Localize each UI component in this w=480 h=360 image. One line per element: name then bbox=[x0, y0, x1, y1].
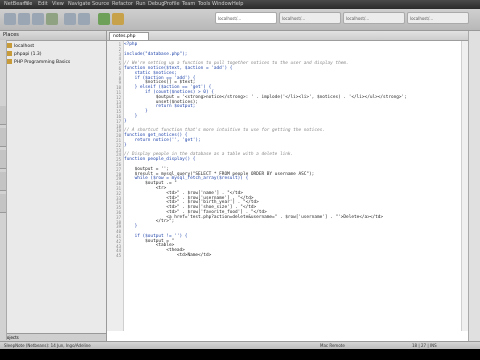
panel-tab-projects[interactable]: Projects bbox=[0, 333, 106, 341]
side-tab[interactable] bbox=[0, 194, 6, 213]
panel-title: Places bbox=[0, 31, 106, 41]
code-line[interactable]: <td>Name</td> bbox=[124, 253, 464, 259]
code-editor: notes.php 1 2 3 4 5 6 7 8 9 10 11 12 13 14 15 16 17 18 19 2… bbox=[107, 31, 468, 341]
side-tab[interactable] bbox=[0, 128, 6, 147]
new-project-icon[interactable] bbox=[18, 13, 30, 25]
menu-item[interactable]: Team bbox=[182, 1, 195, 7]
browser-tab[interactable]: localhost/... bbox=[407, 12, 469, 24]
new-file-icon[interactable] bbox=[4, 13, 16, 25]
vertical-scrollbar[interactable] bbox=[461, 41, 468, 331]
menu-item[interactable]: Profile bbox=[164, 1, 180, 7]
project-tree: localhost phpapi (1.3) PHP Programming B… bbox=[0, 41, 106, 67]
side-strip bbox=[0, 40, 7, 340]
editor-tabs: notes.php bbox=[107, 31, 468, 41]
side-tab[interactable] bbox=[0, 150, 6, 169]
menu-item[interactable]: View bbox=[52, 1, 64, 7]
tree-item[interactable]: PHP Programming Basics bbox=[6, 59, 106, 67]
undo-icon[interactable] bbox=[64, 13, 76, 25]
menu-item[interactable]: Source bbox=[92, 1, 109, 7]
status-right: 18 | 27 | INS bbox=[412, 343, 437, 348]
redo-icon[interactable] bbox=[78, 13, 90, 25]
run-icon[interactable] bbox=[98, 13, 110, 25]
browser-tab[interactable]: localhost/... bbox=[343, 12, 405, 24]
menu-item[interactable]: Help bbox=[232, 1, 243, 7]
editor-tab[interactable]: notes.php bbox=[109, 32, 149, 40]
code-area[interactable]: <?php include("database.php");// We're se… bbox=[124, 41, 464, 331]
toolbar: localhost/... localhost/... localhost/..… bbox=[0, 9, 480, 31]
status-middle: Mac Remote bbox=[320, 343, 345, 348]
tree-item[interactable]: phpapi (1.3) bbox=[6, 51, 106, 59]
status-left: SleepNote (Netbeans): 14 Jun, Ingo/Adeli… bbox=[4, 343, 91, 348]
menu-item[interactable]: Debug bbox=[148, 1, 164, 7]
line-number: 45 bbox=[116, 253, 121, 259]
video-frame: NetBeans File Edit View Navigate Source … bbox=[0, 0, 480, 360]
browser-tab[interactable]: localhost/... bbox=[215, 12, 277, 24]
browser-tab[interactable]: localhost/... bbox=[279, 12, 341, 24]
save-icon[interactable] bbox=[46, 13, 58, 25]
ide-window: NetBeans File Edit View Navigate Source … bbox=[0, 0, 480, 349]
menu-item[interactable]: File bbox=[24, 1, 32, 7]
menu-item[interactable]: Navigate bbox=[68, 1, 90, 7]
debug-icon[interactable] bbox=[112, 13, 124, 25]
projects-panel: Places localhost phpapi (1.3) PHP Progra… bbox=[0, 31, 107, 341]
side-tab[interactable] bbox=[0, 172, 6, 191]
right-rail bbox=[468, 31, 480, 341]
side-tab[interactable] bbox=[0, 106, 6, 125]
menu-item[interactable]: Refactor bbox=[112, 1, 133, 7]
menu-item[interactable]: Window bbox=[212, 1, 232, 7]
line-gutter: 1 2 3 4 5 6 7 8 9 10 11 12 13 14 15 16 17 18 19 20 21 22 23 24 2… bbox=[107, 41, 124, 331]
tree-item[interactable]: localhost bbox=[6, 43, 106, 51]
title-bar: NetBeans File Edit View Navigate Source … bbox=[0, 0, 480, 9]
open-icon[interactable] bbox=[32, 13, 44, 25]
menu-item[interactable]: Edit bbox=[38, 1, 48, 7]
menu-item[interactable]: Tools bbox=[198, 1, 210, 7]
menu-item[interactable]: Run bbox=[136, 1, 146, 7]
status-bar: SleepNote (Netbeans): 14 Jun, Ingo/Adeli… bbox=[0, 341, 480, 349]
